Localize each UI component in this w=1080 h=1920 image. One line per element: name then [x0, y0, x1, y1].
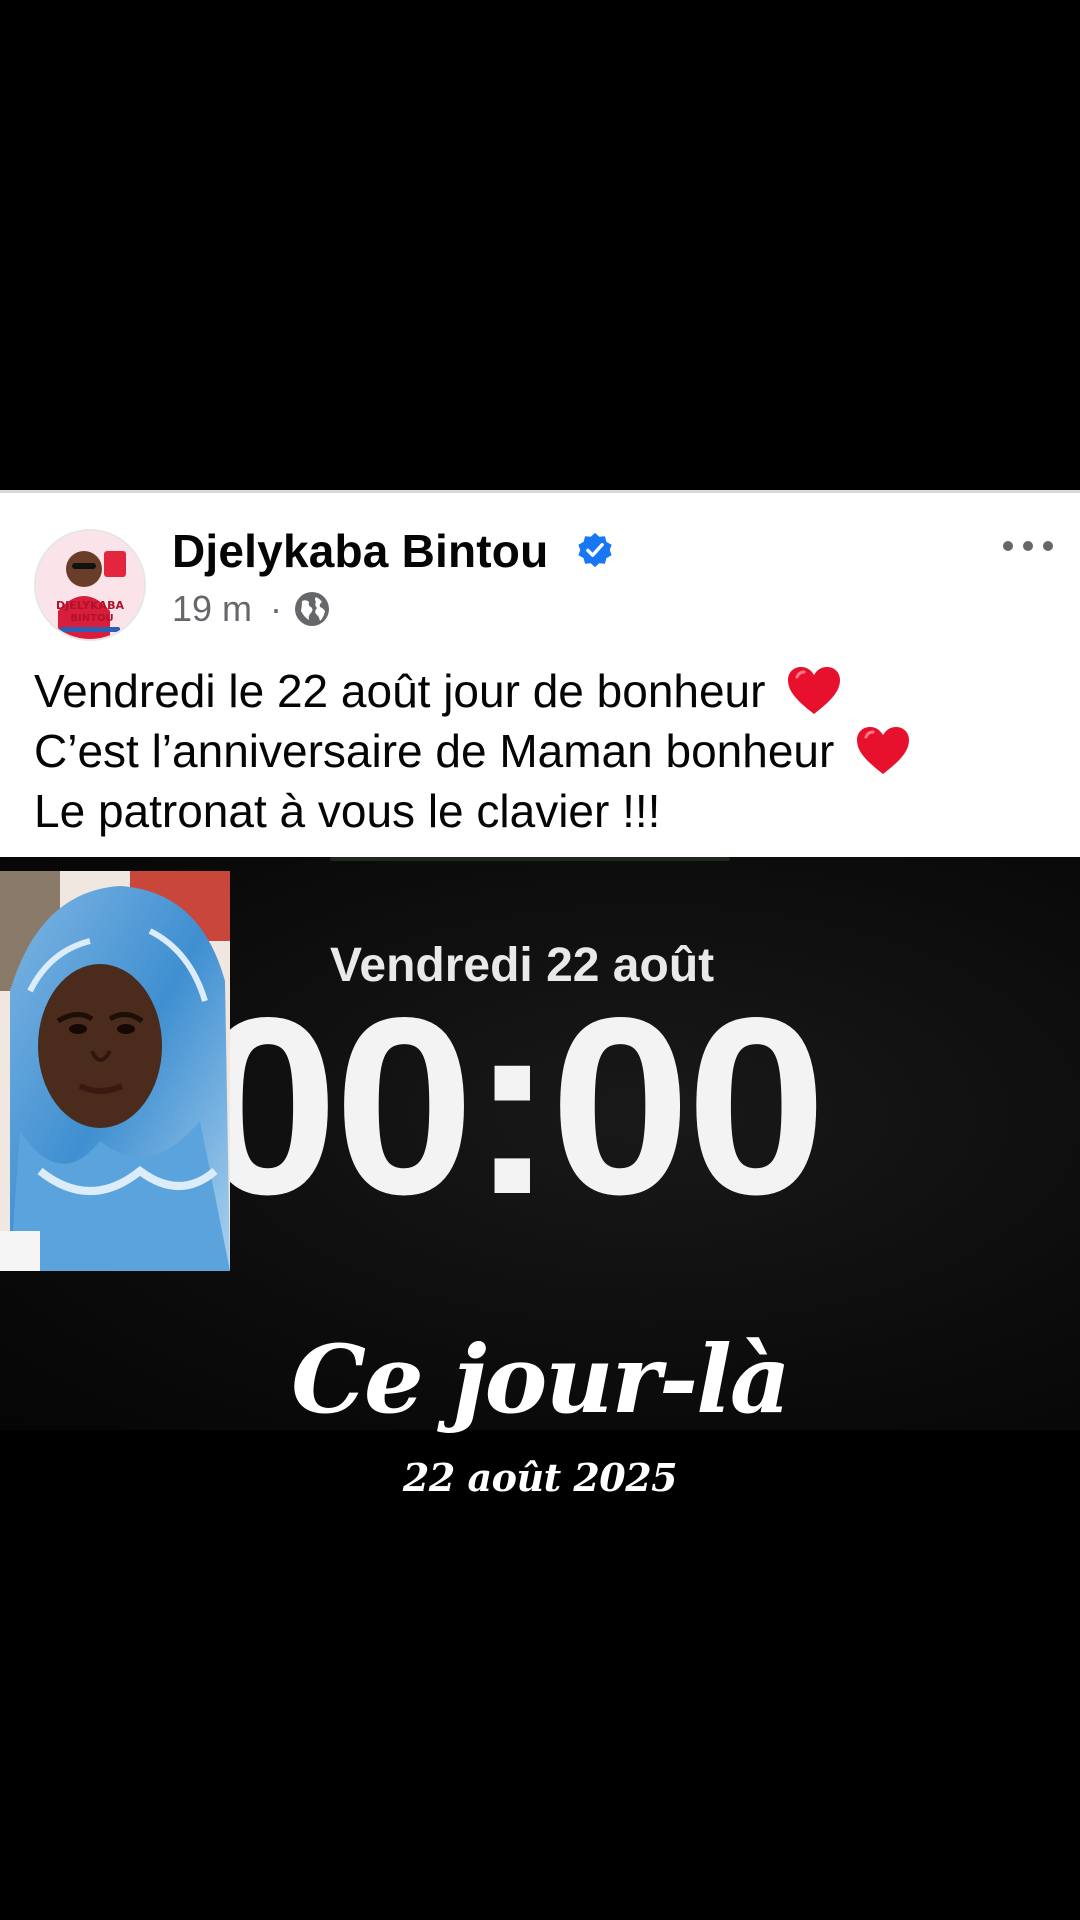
avatar-text-2: BINTOU: [70, 613, 113, 624]
globe-icon: [295, 592, 329, 626]
timestamp-separator: ·: [270, 588, 282, 629]
post-body: Vendredi le 22 août jour de bonheur C’es…: [34, 661, 1064, 841]
lock-screen-clock: 00:00: [198, 966, 827, 1247]
author-name[interactable]: Djelykaba Bintou: [172, 523, 548, 579]
post-line-1-text: Vendredi le 22 août jour de bonheur: [34, 665, 766, 717]
post-line-1: Vendredi le 22 août jour de bonheur: [34, 661, 1064, 721]
headline-sub-date: 22 août 2025: [402, 1455, 678, 1500]
post-line-3-text: Le patronat à vous le clavier !!!: [34, 785, 661, 837]
verified-badge-icon: [578, 532, 612, 568]
author-avatar[interactable]: DJELYKABA BINTOU: [34, 529, 146, 641]
post-line-2-text: C’est l’anniversaire de Maman bonheur: [34, 725, 835, 777]
post-line-3: Le patronat à vous le clavier !!!: [34, 781, 1064, 841]
headline-ce-jour-la: Ce jour-là: [291, 1325, 791, 1435]
facebook-post: DJELYKABA BINTOU Djelykaba Bintou 19 m ·…: [0, 490, 1080, 857]
heart-icon: [857, 727, 910, 774]
more-options-icon[interactable]: [998, 531, 1058, 561]
avatar-text-1: DJELYKABA: [56, 599, 124, 612]
portrait-photo: [0, 871, 230, 1271]
lock-screen-top-edges: [330, 857, 730, 861]
heart-icon: [788, 667, 841, 714]
post-line-2: C’est l’anniversaire de Maman bonheur: [34, 721, 1064, 781]
post-timestamp[interactable]: 19 m: [172, 587, 252, 631]
